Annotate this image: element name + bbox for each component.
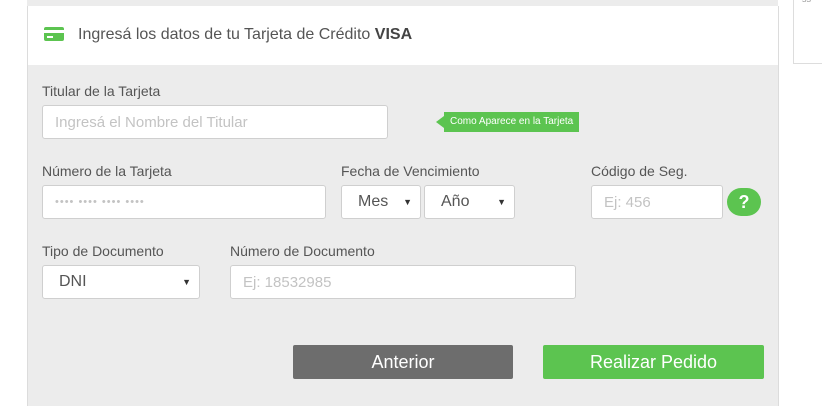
holder-tooltip: Como Aparece en la Tarjeta [435,112,580,132]
expiry-month-select[interactable]: Mes ▼ [341,185,421,219]
chevron-down-icon: ▼ [403,197,412,207]
expiry-year-value: Año [441,193,470,210]
holder-input[interactable]: Ingresá el Nombre del Titular [42,105,388,139]
expiry-month-value: Mes [358,193,389,210]
security-code-placeholder: Ej: 456 [604,193,651,211]
panel-header: Ingresá los datos de tu Tarjeta de Crédi… [28,6,778,65]
security-code-input[interactable]: Ej: 456 [591,185,723,219]
holder-label: Titular de la Tarjeta [42,83,161,99]
submit-order-button[interactable]: Realizar Pedido [543,345,764,379]
doc-number-input[interactable]: Ej: 18532985 [230,265,576,299]
help-icon[interactable]: ? [727,188,761,216]
credit-card-icon [44,27,64,41]
side-text-fragment: ss [802,0,811,4]
chevron-down-icon: ▼ [497,197,506,207]
panel-title: Ingresá los datos de tu Tarjeta de Crédi… [78,26,412,44]
card-brand: VISA [374,26,413,43]
panel-title-text: Ingresá los datos de tu Tarjeta de Crédi… [78,26,375,43]
doc-type-label: Tipo de Documento [42,243,164,259]
expiry-year-select[interactable]: Año ▼ [424,185,515,219]
holder-placeholder: Ingresá el Nombre del Titular [55,113,248,131]
security-code-label: Código de Seg. [591,163,688,179]
card-number-label: Número de la Tarjeta [42,163,172,179]
doc-number-placeholder: Ej: 18532985 [243,273,332,291]
side-summary-box: ss [793,0,822,64]
card-number-input[interactable]: •••• •••• •••• •••• [42,185,326,219]
expiry-label: Fecha de Vencimiento [341,163,480,179]
chevron-down-icon: ▼ [182,277,191,287]
card-number-placeholder: •••• •••• •••• •••• [55,196,145,208]
payment-form-panel: Ingresá los datos de tu Tarjeta de Crédi… [27,6,779,406]
back-button[interactable]: Anterior [293,345,513,379]
doc-number-label: Número de Documento [230,243,375,259]
doc-type-value: DNI [59,273,87,290]
doc-type-select[interactable]: DNI ▼ [42,265,200,299]
